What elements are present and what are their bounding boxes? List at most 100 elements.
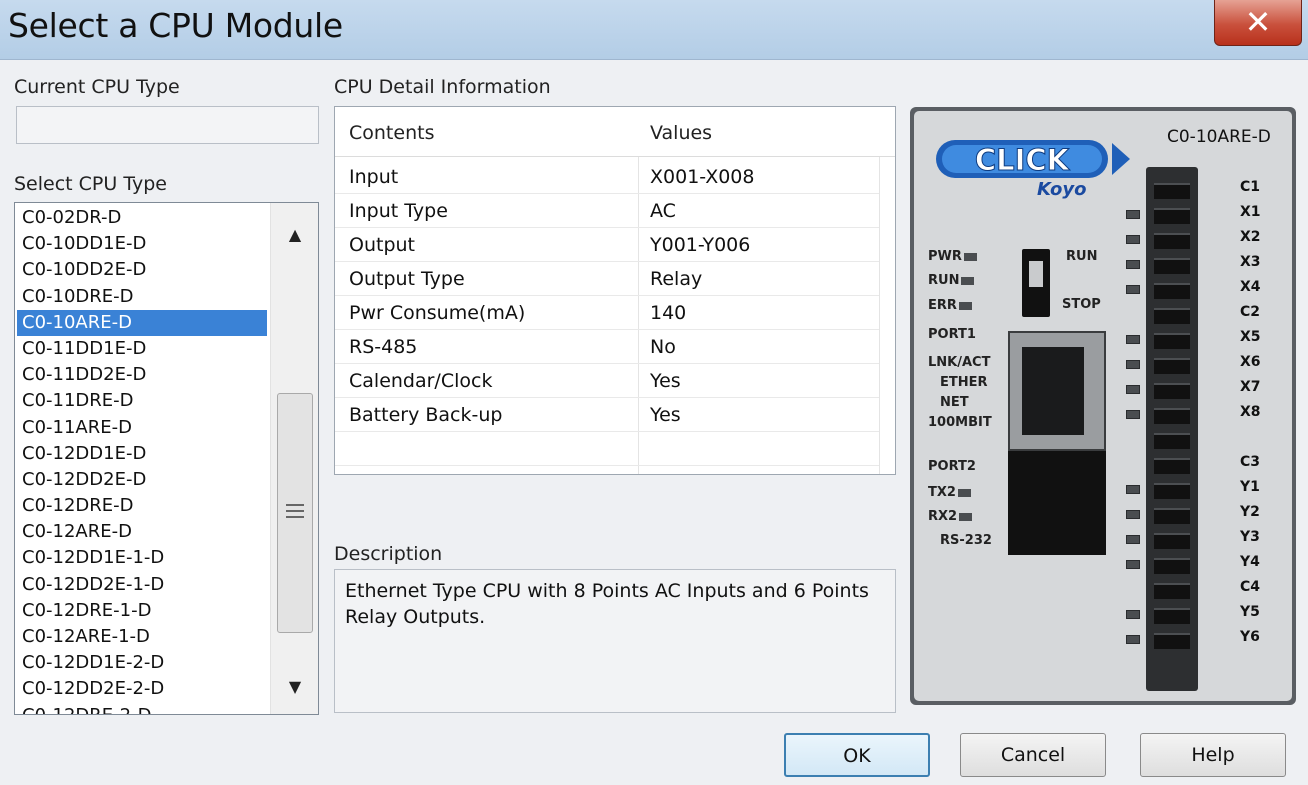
rs232-port [1008,451,1106,555]
terminal-label: Y4 [1240,554,1260,570]
table-row: Input Type AC [335,194,879,228]
cpu-type-item[interactable]: C0-10DRE-D [17,284,267,310]
terminal-label: Y1 [1240,479,1260,495]
scroll-up-arrow[interactable]: ▲ [271,215,318,255]
100mbit-label: 100MBIT [928,415,992,430]
switch-run-label: RUN [1066,249,1098,264]
terminal-slot [1154,458,1190,474]
terminal-slot [1154,358,1190,374]
cpu-type-item[interactable]: C0-12DD1E-2-D [17,650,267,676]
cpu-type-item[interactable]: C0-12DRE-2-D [17,703,267,714]
terminal-label: C4 [1240,579,1261,595]
run-text: RUN [928,273,960,288]
cpu-type-item[interactable]: C0-12DD1E-D [17,441,267,467]
cpu-type-item[interactable]: C0-10ARE-D [17,309,267,336]
io-led [1126,610,1140,619]
port1-label: PORT1 [928,327,976,342]
module-model-label: C0-10ARE-D [1167,127,1271,147]
ethernet-port [1008,331,1106,451]
cell-value: AC [650,200,676,222]
io-led [1126,510,1140,519]
terminal-label: Y3 [1240,529,1260,545]
thumb-grip-line [286,516,304,518]
terminal-slot [1154,208,1190,224]
rs232-label: RS-232 [940,533,992,548]
tx2-text: TX2 [928,485,956,500]
description-label: Description [334,543,443,565]
cpu-type-item[interactable]: C0-12DD2E-1-D [17,572,267,598]
terminal-slot [1154,233,1190,249]
cpu-type-item[interactable]: C0-12DRE-D [17,493,267,519]
description-box: Ethernet Type CPU with 8 Points AC Input… [334,569,896,713]
cpu-type-item[interactable]: C0-12ARE-D [17,519,267,545]
terminal-slot [1154,333,1190,349]
cpu-type-item[interactable]: C0-12DD2E-D [17,467,267,493]
cell-content: Input Type [349,200,448,222]
cpu-type-item[interactable]: C0-12DD1E-1-D [17,545,267,571]
cpu-type-items: C0-02DR-D C0-10DD1E-D C0-10DD2E-D C0-10DRE-… [17,205,267,714]
terminal-label: Y5 [1240,604,1260,620]
header-contents[interactable]: Contents [349,107,434,157]
ethernet-jack [1022,347,1084,435]
terminal-slot [1154,633,1190,649]
run-stop-switch [1022,249,1050,317]
ok-button[interactable]: OK [784,733,930,777]
ether-label: ETHER [940,375,988,390]
terminal-slot [1154,558,1190,574]
terminal-slot [1154,483,1190,499]
cell-value: Yes [650,370,681,392]
err-led [958,301,972,310]
terminal-label: C1 [1240,179,1261,195]
terminal-label: X3 [1240,254,1261,270]
table-row: Output Type Relay [335,262,879,296]
table-row: Input X001-X008 [335,160,879,194]
cpu-type-item[interactable]: C0-11ARE-D [17,415,267,441]
table-row: Output Y001-Y006 [335,228,879,262]
terminal-slot [1154,508,1190,524]
io-led [1126,285,1140,294]
cell-content: Input [349,166,399,188]
terminal-slot [1154,433,1190,449]
io-led [1126,360,1140,369]
cpu-detail-table: Contents Values Input X001-X008 Input Type… [334,106,896,475]
terminal-label: C3 [1240,454,1261,470]
run-led-label: RUN [928,273,975,288]
err-text: ERR [928,298,957,313]
list-scrollbar[interactable]: ▲ ▼ [270,203,318,714]
scroll-thumb[interactable] [277,393,313,633]
terminal-label: Y2 [1240,504,1260,520]
terminal-label: X6 [1240,354,1261,370]
close-button[interactable]: ✕ [1214,0,1302,46]
pwr-text: PWR [928,249,962,264]
lnk-act-label: LNK/ACT [928,355,991,370]
detail-label: CPU Detail Information [334,76,551,98]
cpu-module-image: C0-10ARE-D CLICK Koyo PWR RUN ERR RUN ST… [910,107,1296,705]
io-led [1126,235,1140,244]
cancel-button[interactable]: Cancel [960,733,1106,777]
rx2-text: RX2 [928,509,958,524]
cpu-type-item[interactable]: C0-10DD2E-D [17,257,267,283]
cpu-type-item[interactable]: C0-12ARE-1-D [17,624,267,650]
cpu-type-item[interactable]: C0-02DR-D [17,205,267,231]
cell-value: 140 [650,302,687,324]
module-face: C0-10ARE-D CLICK Koyo PWR RUN ERR RUN ST… [914,111,1292,701]
cpu-type-list[interactable]: C0-02DR-D C0-10DD1E-D C0-10DD2E-D C0-10DRE-… [14,202,319,715]
header-values[interactable]: Values [650,107,712,157]
cpu-type-item[interactable]: C0-12DD2E-2-D [17,676,267,702]
terminal-slot [1154,583,1190,599]
terminal-label: X5 [1240,329,1261,345]
help-button[interactable]: Help [1140,733,1286,777]
rx2-led [959,512,973,521]
io-led [1126,485,1140,494]
cell-content: RS-485 [349,336,418,358]
scroll-down-arrow[interactable]: ▼ [271,667,318,707]
terminal-slot [1154,308,1190,324]
terminal-slot [1154,608,1190,624]
cpu-type-item[interactable]: C0-11DD1E-D [17,336,267,362]
cpu-type-item[interactable]: C0-11DD2E-D [17,362,267,388]
run-led [961,276,975,285]
cpu-type-item[interactable]: C0-10DD1E-D [17,231,267,257]
cell-content: Output [349,234,415,256]
cpu-type-item[interactable]: C0-11DRE-D [17,388,267,414]
cpu-type-item[interactable]: C0-12DRE-1-D [17,598,267,624]
